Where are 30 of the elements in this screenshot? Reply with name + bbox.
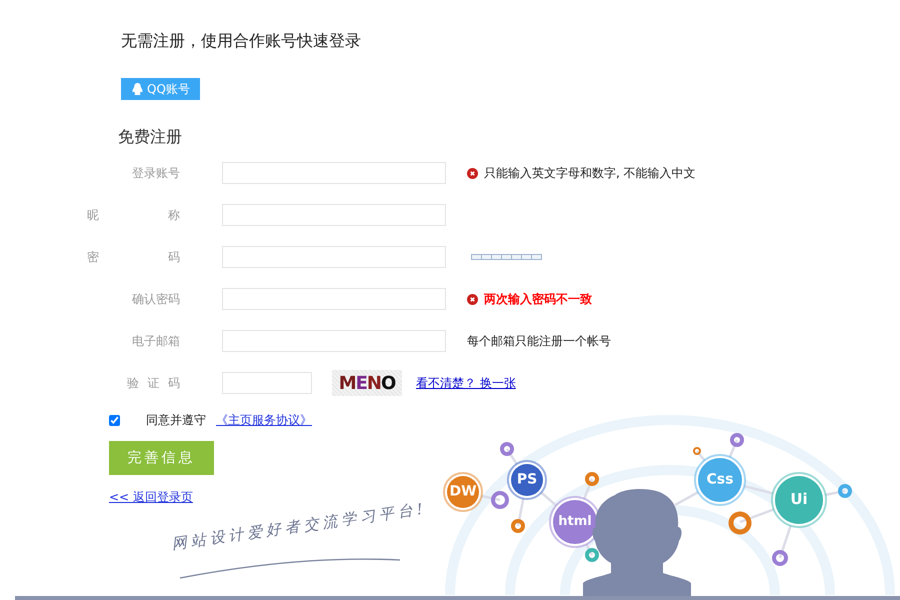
error-icon <box>467 168 478 178</box>
skill-badge: Ui <box>771 472 827 528</box>
field-label: 确认密码 <box>132 290 180 308</box>
error-message: 只能输入英文字母和数字, 不能输入中文 <box>484 164 696 182</box>
section-title: 免费注册 <box>118 127 183 147</box>
input-field[interactable] <box>222 204 446 226</box>
field-label: 验证码 <box>127 374 180 392</box>
error-message: 两次输入密码不一致 <box>484 290 592 308</box>
field-label: 昵称 <box>87 206 180 224</box>
skill-badge: Css <box>694 454 746 506</box>
input-field[interactable] <box>222 288 446 310</box>
agreement-label: 同意并遵守 <box>146 412 206 428</box>
error-icon <box>467 294 478 304</box>
field-label: 密码 <box>87 248 180 266</box>
input-field[interactable] <box>222 162 446 184</box>
hint-text: 每个邮箱只能注册一个帐号 <box>467 332 611 350</box>
input-field[interactable] <box>222 372 312 394</box>
penguin-icon <box>132 82 143 96</box>
field-label: 登录账号 <box>132 164 180 182</box>
agree-checkbox[interactable] <box>109 414 120 426</box>
refresh-captcha-link[interactable]: 看不清楚？ 换一张 <box>416 374 516 392</box>
input-field[interactable] <box>222 246 446 268</box>
skill-badge: PS <box>507 460 547 500</box>
section-title: 无需注册，使用合作账号快速登录 <box>121 31 362 51</box>
service-agreement-link[interactable]: 《主页服务协议》 <box>216 412 312 428</box>
back-to-login-link[interactable]: << 返回登录页 <box>109 489 193 506</box>
field-label: 电子邮箱 <box>132 332 180 350</box>
captcha-image: MENO <box>332 370 402 396</box>
input-field[interactable] <box>222 330 446 352</box>
skill-badge: DW <box>443 472 483 512</box>
